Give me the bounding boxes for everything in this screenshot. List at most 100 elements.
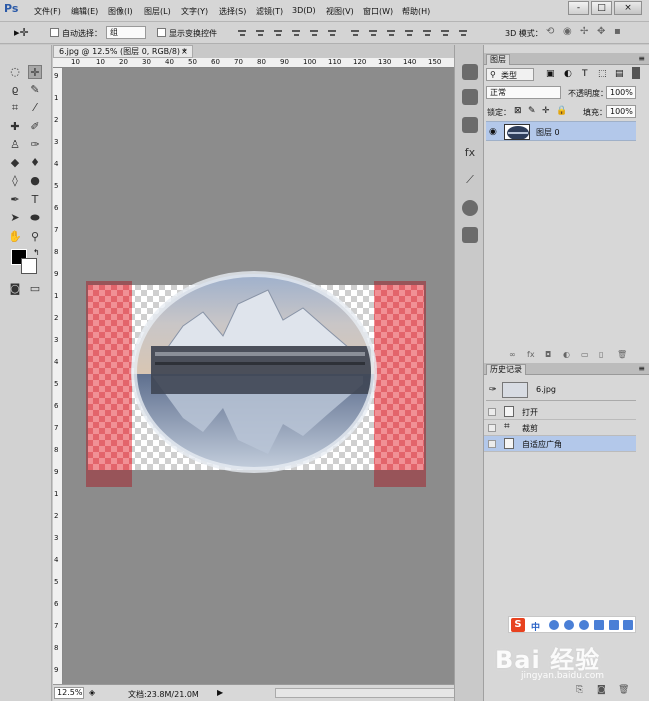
lasso-tool-icon[interactable]: ϱ <box>8 83 22 97</box>
filter-adjust-icon[interactable]: ◐ <box>564 69 572 79</box>
history-checkbox[interactable] <box>488 424 496 432</box>
distribute-vcenter-icon[interactable] <box>368 28 378 38</box>
blur-tool-icon[interactable]: ◊ <box>8 174 22 188</box>
distribute-left-icon[interactable] <box>404 28 414 38</box>
lock-paint-icon[interactable]: ✎ <box>528 106 536 116</box>
adjustment-layer-icon[interactable]: ◐ <box>563 350 570 359</box>
hand-tool-icon[interactable]: ✋ <box>8 230 22 244</box>
ime-skin-icon[interactable] <box>609 620 619 630</box>
eraser-tool-icon[interactable]: ◆ <box>8 156 22 170</box>
ime-voice-icon[interactable] <box>579 620 589 630</box>
new-document-from-state-icon[interactable]: ⎘ <box>576 685 583 695</box>
auto-select-checkbox[interactable] <box>50 28 59 37</box>
move-tool-icon[interactable]: ✛ <box>28 65 42 79</box>
history-brush-tool-icon[interactable]: ✑ <box>28 138 42 152</box>
align-hcenter-icon[interactable] <box>309 28 319 38</box>
status-info-icon[interactable]: ◈ <box>89 688 95 697</box>
menu-3d[interactable]: 3D(D) <box>292 6 316 18</box>
document-canvas[interactable] <box>63 68 454 684</box>
status-menu-arrow-icon[interactable]: ▶ <box>217 688 223 697</box>
filter-smart-icon[interactable]: ▤ <box>615 69 624 79</box>
zoom-tool-icon[interactable]: ⚲ <box>28 230 42 244</box>
channels-panel-icon[interactable] <box>462 117 478 133</box>
document-tab[interactable]: 6.jpg @ 12.5% (图层 0, RGB/8) * × <box>53 45 193 58</box>
lock-move-icon[interactable]: ✛ <box>542 106 550 116</box>
distribute-right-icon[interactable] <box>440 28 450 38</box>
ime-emoji-icon[interactable] <box>564 620 574 630</box>
pen-tool-icon[interactable]: ✒ <box>8 193 22 207</box>
styles-panel-icon[interactable]: fx <box>462 145 478 161</box>
history-checkbox[interactable] <box>488 440 496 448</box>
menu-type[interactable]: 文字(Y) <box>181 6 208 18</box>
align-left-icon[interactable] <box>291 28 301 38</box>
menu-select[interactable]: 选择(S) <box>219 6 246 18</box>
align-bottom-icon[interactable] <box>273 28 283 38</box>
paths-panel-icon[interactable]: ⟋ <box>462 172 478 188</box>
filter-toggle[interactable] <box>632 67 640 79</box>
new-group-icon[interactable]: ▭ <box>581 350 589 359</box>
ime-language[interactable]: 中 <box>531 620 540 633</box>
color-panel-icon[interactable] <box>462 64 478 80</box>
distribute-bottom-icon[interactable] <box>386 28 396 38</box>
menu-image[interactable]: 图像(I) <box>108 6 133 18</box>
ime-logo[interactable]: S <box>511 618 525 632</box>
zoom-level-field[interactable]: 12.5% <box>54 687 84 699</box>
close-document-icon[interactable]: × <box>181 46 188 57</box>
history-item[interactable]: 打开 <box>484 404 636 420</box>
ime-keyboard-icon[interactable] <box>594 620 604 630</box>
clone-stamp-tool-icon[interactable]: ♙ <box>8 138 22 152</box>
crop-tool-icon[interactable]: ⌗ <box>8 101 22 115</box>
lock-all-icon[interactable]: 🔒 <box>556 106 567 116</box>
move-tool-preset-icon[interactable]: ▸✛ <box>14 26 29 39</box>
healing-brush-tool-icon[interactable]: ✚ <box>8 120 22 134</box>
fill-field[interactable]: 100% <box>606 105 636 118</box>
align-vcenter-icon[interactable] <box>255 28 265 38</box>
show-transform-checkbox[interactable] <box>157 28 166 37</box>
close-button[interactable]: × <box>614 1 642 15</box>
layer-style-icon[interactable]: fx <box>527 350 535 359</box>
history-checkbox[interactable] <box>488 408 496 416</box>
menu-file[interactable]: 文件(F) <box>34 6 61 18</box>
menu-window[interactable]: 窗口(W) <box>363 6 393 18</box>
link-layers-icon[interactable]: ∞ <box>509 350 516 359</box>
background-color-swatch[interactable] <box>21 258 37 274</box>
tab-history[interactable]: 历史记录 <box>486 364 526 375</box>
filter-shape-icon[interactable]: ⬚ <box>598 69 607 79</box>
filter-pixel-icon[interactable]: ▣ <box>546 69 555 79</box>
menu-help[interactable]: 帮助(H) <box>402 6 430 18</box>
path-select-tool-icon[interactable]: ➤ <box>8 211 22 225</box>
3d-scale-icon[interactable]: ▪ <box>614 26 621 37</box>
adjustments-panel-icon[interactable] <box>462 89 478 105</box>
paint-bucket-tool-icon[interactable]: ♦ <box>28 156 42 170</box>
align-right-icon[interactable] <box>327 28 337 38</box>
layer-row[interactable]: ◉ 图层 0 <box>486 121 636 141</box>
filter-type-icon[interactable]: T <box>582 69 588 79</box>
lock-transparency-icon[interactable]: ⊠ <box>514 106 522 116</box>
blend-mode-dropdown[interactable]: 正常 <box>486 86 561 99</box>
history-snapshot[interactable]: ✑ 6.jpg <box>486 379 636 401</box>
shape-tool-icon[interactable]: ⬬ <box>28 211 42 225</box>
new-layer-icon[interactable]: ▯ <box>599 350 603 359</box>
type-tool-icon[interactable]: T <box>28 193 42 207</box>
menu-edit[interactable]: 编辑(E) <box>71 6 98 18</box>
delete-layer-icon[interactable]: 🗑 <box>617 350 627 359</box>
align-top-icon[interactable] <box>237 28 247 38</box>
quick-select-tool-icon[interactable]: ✎ <box>28 83 42 97</box>
brush-tool-icon[interactable]: ✐ <box>28 120 42 134</box>
panel-menu-icon[interactable]: ≡ <box>638 364 645 373</box>
screen-mode-icon[interactable]: ▭ <box>28 282 42 296</box>
menu-view[interactable]: 视图(V) <box>326 6 354 18</box>
panel-menu-icon[interactable]: ≡ <box>638 54 645 63</box>
eye-icon[interactable]: ◉ <box>489 127 497 137</box>
auto-align-icon[interactable] <box>458 28 468 38</box>
new-snapshot-icon[interactable]: ◙ <box>597 685 606 695</box>
3d-slide-icon[interactable]: ✥ <box>597 26 605 37</box>
menu-filter[interactable]: 滤镜(T) <box>256 6 283 18</box>
tab-layers[interactable]: 图层 <box>486 54 510 65</box>
eyedropper-tool-icon[interactable]: ⁄ <box>28 101 42 115</box>
restore-button[interactable]: □ <box>591 1 612 15</box>
3d-pan-icon[interactable]: ✢ <box>580 26 588 37</box>
delete-state-icon[interactable]: 🗑 <box>618 685 629 695</box>
add-mask-icon[interactable]: ◘ <box>545 350 551 359</box>
history-item[interactable]: ⌗ 裁剪 <box>484 420 636 436</box>
